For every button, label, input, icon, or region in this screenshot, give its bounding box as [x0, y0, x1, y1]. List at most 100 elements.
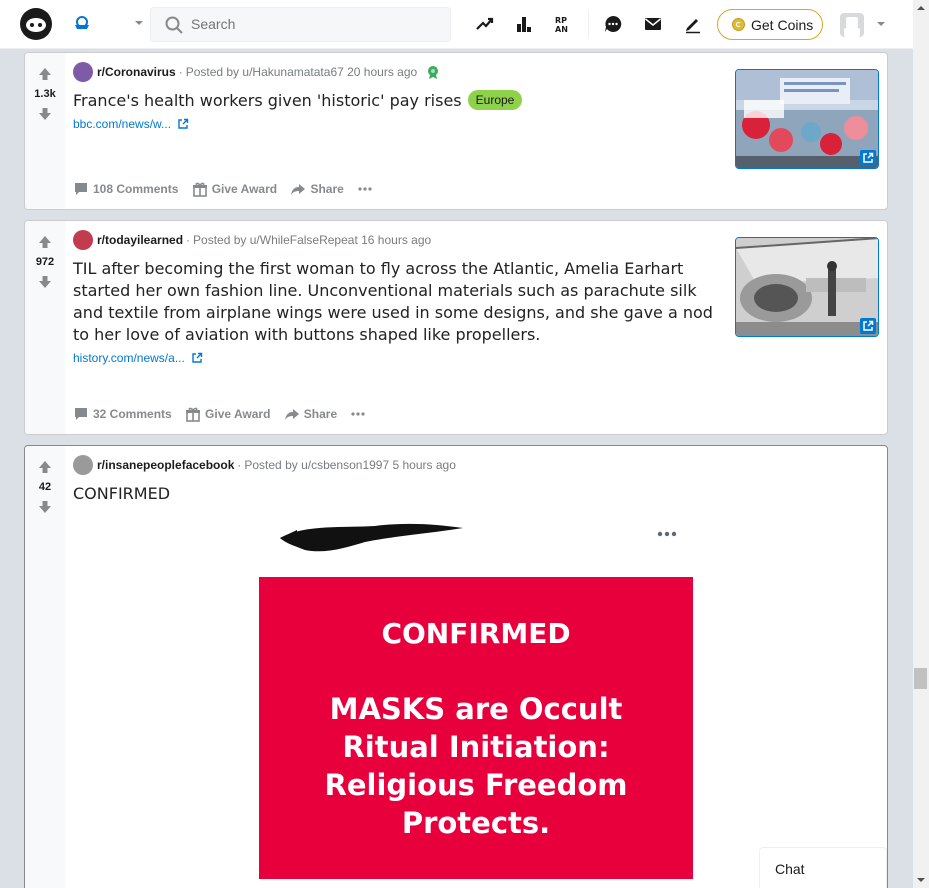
give-award-label: Give Award: [205, 407, 271, 421]
share-label: Share: [310, 182, 344, 196]
image-text-line: Ritual Initiation:: [342, 730, 610, 764]
share-button[interactable]: Share: [284, 406, 337, 422]
scroll-down-icon[interactable]: [913, 872, 929, 888]
comment-icon: [75, 408, 87, 420]
external-link-badge-icon: [860, 318, 876, 334]
external-link-icon: [192, 352, 203, 363]
subreddit-icon[interactable]: [73, 62, 93, 82]
upvote-icon[interactable]: [37, 66, 53, 82]
image-text-line: Protects.: [401, 806, 551, 840]
post-meta: r/insanepeoplefacebook · Posted by u/csben…: [73, 455, 456, 475]
rpan-icon[interactable]: RP AN: [554, 14, 574, 34]
give-award-label: Give Award: [211, 182, 278, 196]
more-icon: [351, 412, 366, 416]
image-more-icon: [657, 531, 677, 537]
search-icon: [165, 16, 183, 34]
gift-icon: [186, 407, 201, 422]
chat-icon[interactable]: [603, 14, 623, 34]
redacted-name-scribble: [280, 523, 463, 552]
upvote-icon[interactable]: [37, 234, 53, 250]
get-coins-button[interactable]: Get Coins: [717, 9, 823, 40]
downvote-icon[interactable]: [37, 106, 53, 122]
post-link-text: bbc.com/news/w...: [73, 117, 172, 131]
protest-photo: [736, 70, 878, 168]
post-title[interactable]: TIL after becoming the first woman to fl…: [73, 258, 721, 346]
scrollbar-track[interactable]: [913, 0, 929, 888]
comment-icon: [75, 183, 87, 195]
share-label: Share: [303, 407, 338, 421]
posted-by[interactable]: Posted by u/csbenson1997 5 hours ago: [244, 458, 456, 472]
comments-button[interactable]: 32 Comments: [73, 406, 172, 422]
image-text-line: MASKS are Occult: [329, 692, 623, 726]
subreddit-icon[interactable]: [73, 230, 93, 250]
post-flair[interactable]: Europe: [467, 90, 523, 110]
downvote-icon[interactable]: [37, 274, 53, 290]
post-image[interactable]: CONFIRMED MASKS are Occult Ritual Initia…: [259, 577, 693, 879]
post-title[interactable]: France's health workers given 'historic'…: [73, 90, 733, 112]
downvote-icon[interactable]: [37, 499, 53, 515]
give-award-button[interactable]: Give Award: [185, 406, 270, 422]
reddit-logo-icon[interactable]: [20, 8, 52, 40]
posted-by[interactable]: Posted by u/Hakunamatata67 20 hours ago: [186, 65, 418, 79]
post-thumbnail[interactable]: [735, 237, 879, 337]
get-coins-label: Get Coins: [751, 17, 814, 33]
vote-count: 972: [35, 256, 55, 268]
subreddit-icon[interactable]: [73, 455, 93, 475]
chat-widget[interactable]: Chat: [759, 847, 887, 888]
chat-label: Chat: [775, 861, 805, 877]
svg-text:RP: RP: [555, 16, 567, 25]
top-navbar: RP AN Get Coins: [0, 0, 913, 49]
more-options-button[interactable]: [357, 181, 377, 197]
scroll-up-icon[interactable]: [913, 0, 929, 16]
post-meta: r/todayilearned · Posted by u/WhileFalseRe…: [73, 230, 431, 250]
airplane-photo: [736, 238, 878, 336]
image-text-line: Religious Freedom: [324, 768, 628, 802]
post-thumbnail[interactable]: [735, 69, 879, 169]
vote-count: 1.3k: [34, 88, 56, 100]
post-card[interactable]: 42 r/insanepeoplefacebook · Posted by u/cs…: [24, 445, 888, 888]
image-text-line: CONFIRMED: [381, 617, 571, 650]
header-divider: [588, 10, 589, 38]
post-actions: 32 Comments Give Award Share: [73, 406, 380, 430]
post-link[interactable]: bbc.com/news/w...: [73, 117, 189, 131]
comments-label: 32 Comments: [93, 407, 172, 421]
gift-icon: [192, 182, 207, 197]
more-icon: [358, 187, 372, 191]
scrollbar-thumb[interactable]: [914, 668, 927, 689]
share-button[interactable]: Share: [290, 181, 344, 197]
share-icon: [291, 184, 306, 195]
subreddit-link[interactable]: r/insanepeoplefacebook: [97, 458, 234, 472]
post-title[interactable]: CONFIRMED: [73, 483, 721, 505]
comments-button[interactable]: 108 Comments: [73, 181, 178, 197]
chevron-down-icon[interactable]: [133, 17, 145, 29]
leaderboard-icon[interactable]: [514, 14, 534, 34]
vote-column: 1.3k: [25, 53, 65, 209]
post-card[interactable]: 972 r/todayilearned · Posted by u/WhileFal…: [24, 220, 888, 435]
external-link-badge-icon: [860, 150, 876, 166]
post-link-text: history.com/news/a...: [73, 351, 185, 365]
posted-by[interactable]: Posted by u/WhileFalseRepeat 16 hours ag…: [193, 233, 431, 247]
give-award-button[interactable]: Give Award: [192, 181, 277, 197]
vote-column: 972: [25, 221, 65, 434]
search-bar[interactable]: [150, 7, 451, 42]
share-icon: [284, 409, 299, 420]
post-card[interactable]: 1.3k r/Coronavirus · Posted by u/Hakunamat…: [24, 52, 888, 210]
subreddit-link[interactable]: r/Coronavirus: [97, 65, 176, 79]
upvote-icon[interactable]: [37, 459, 53, 475]
user-avatar[interactable]: [840, 13, 864, 37]
popular-icon[interactable]: [475, 14, 495, 34]
post-link[interactable]: history.com/news/a...: [73, 351, 203, 365]
svg-text:AN: AN: [555, 25, 568, 34]
post-actions: 108 Comments Give Award Share: [73, 181, 387, 205]
more-options-button[interactable]: [350, 406, 370, 422]
user-menu-chevron-icon[interactable]: [875, 18, 887, 30]
coin-icon: [732, 18, 745, 31]
vote-column: 42: [25, 446, 65, 888]
create-post-icon[interactable]: [683, 14, 703, 34]
home-icon[interactable]: [72, 14, 92, 34]
search-input[interactable]: [191, 16, 431, 32]
award-icon: [427, 66, 438, 79]
vote-count: 42: [38, 481, 52, 493]
mail-icon[interactable]: [643, 14, 663, 34]
subreddit-link[interactable]: r/todayilearned: [97, 233, 183, 247]
